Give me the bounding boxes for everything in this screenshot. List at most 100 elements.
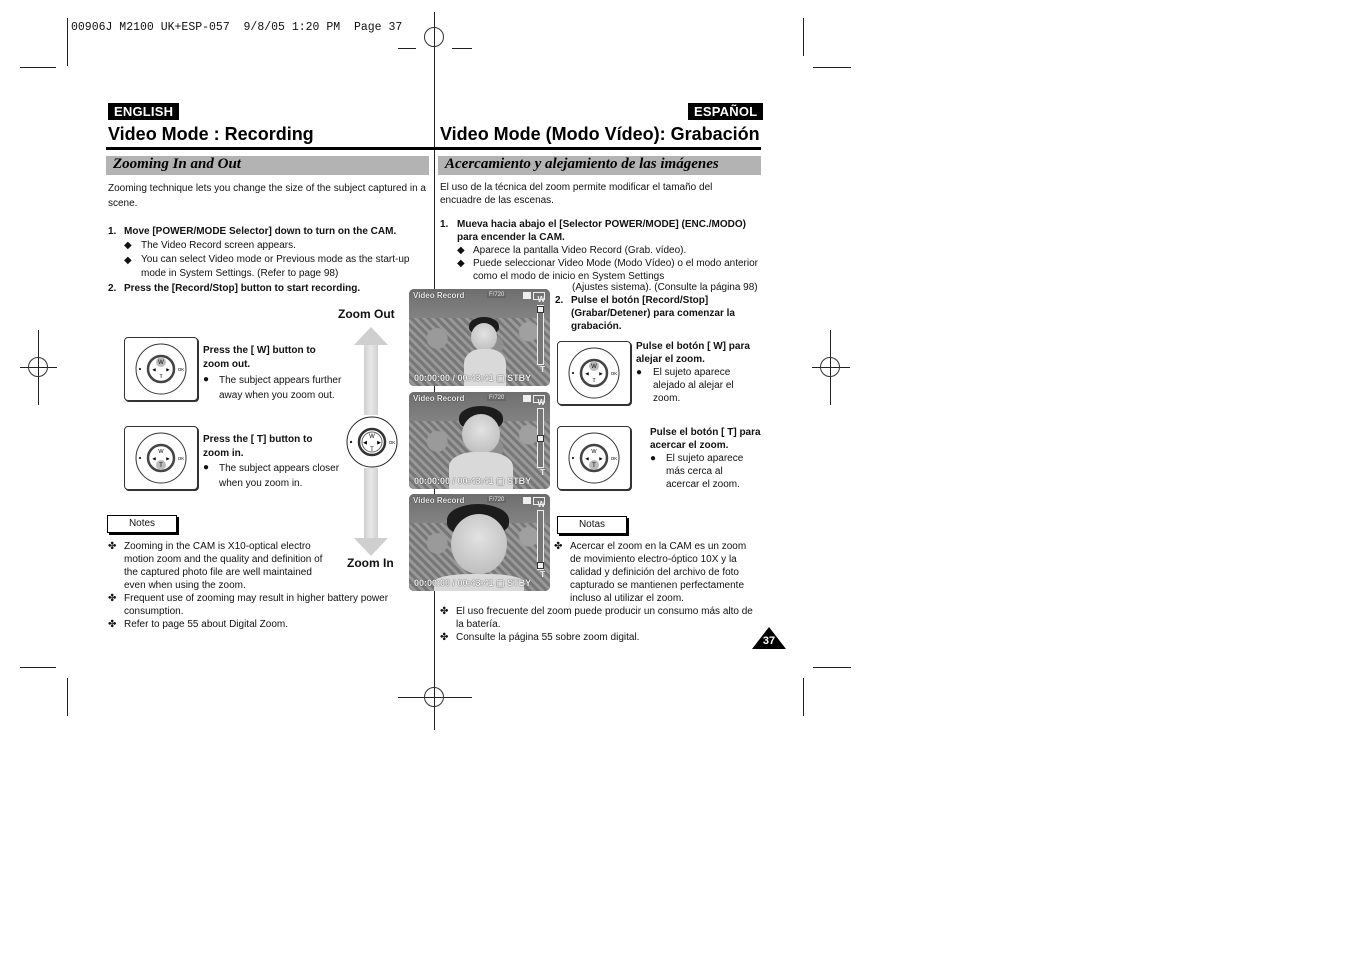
time-counter: 00:00:00 / 00:43:41 ▢ STBY [414, 578, 532, 588]
intro-spanish: El uso de la técnica del zoom permite mo… [440, 182, 713, 206]
registration-mark [452, 48, 472, 49]
zoom-in-label: Zoom In [347, 556, 394, 570]
language-badge-english: ENGLISH [108, 103, 180, 120]
page-title-english: Video Mode : Recording [108, 124, 314, 144]
diamond-bullet-icon: ◆ [124, 240, 132, 251]
step-1-bullet-1-es: Aparece la pantalla Video Record (Grab. … [473, 245, 687, 256]
svg-text:W: W [158, 449, 164, 455]
step-1-english: Move [POWER/MODE Selector] down to turn … [124, 226, 397, 237]
step-number: 1. [108, 226, 117, 237]
cross-bullet-icon: ✤ [554, 541, 563, 552]
section-title: Acercamiento y alejamiento de las imágen… [445, 156, 719, 172]
svg-text:OK: OK [611, 371, 618, 376]
svg-text:◀: ◀ [585, 456, 589, 461]
step-1-bullet-2: You can select Video mode or Previous mo… [141, 254, 410, 279]
zoom-in-description-es: El sujeto aparece más cerca al acercar e… [666, 453, 744, 490]
language-badge-spanish: ESPAÑOL [688, 103, 764, 120]
zoom-in-description: The subject appears closer when you zoom… [219, 463, 340, 489]
svg-text:◀: ◀ [585, 371, 589, 376]
note-1-english: Zooming in the CAM is X10-optical electr… [124, 541, 323, 591]
page-number: 37 [762, 635, 776, 647]
zoom-bar [537, 408, 544, 468]
svg-text:OK: OK [389, 440, 396, 445]
diamond-bullet-icon: ◆ [124, 255, 132, 266]
zoom-bar [537, 510, 544, 570]
registration-mark [398, 48, 416, 49]
zoom-out-label: Zoom Out [338, 307, 395, 321]
title-rule [106, 147, 435, 150]
crop-mark [20, 67, 56, 68]
cross-bullet-icon: ✤ [108, 619, 117, 630]
resolution-badge: F/720 [487, 497, 507, 503]
dot-bullet-icon: ● [636, 367, 643, 378]
zoom-thumb [537, 562, 544, 569]
note-3-spanish: Consulte la página 55 sobre zoom digital… [456, 632, 640, 643]
dot-bullet-icon: ● [203, 462, 210, 473]
step-number: 2. [555, 295, 564, 306]
zoom-w-label: W [537, 295, 545, 304]
title-rule [435, 147, 761, 150]
step-2-english: Press the [Record/Stop] button to start … [124, 283, 361, 294]
zoom-t-label: T [540, 570, 545, 579]
zoom-w-label: W [537, 398, 545, 407]
note-1-spanish: Acercar el zoom en la CAM es un zoom de … [570, 541, 747, 604]
svg-text:◀: ◀ [152, 456, 156, 461]
time-counter: 00:00:00 / 00:43:41 ▢ STBY [414, 373, 532, 383]
intro-english: Zooming technique lets you change the si… [108, 183, 426, 209]
arrow-down-icon [354, 538, 388, 556]
step-number: 1. [440, 219, 449, 230]
zoom-out-description: The subject appears further away when yo… [219, 375, 342, 401]
t-key-label: T [370, 447, 374, 453]
section-header-english: Zooming In and Out [106, 156, 429, 175]
zoom-w-label: W [537, 500, 545, 509]
svg-text:▶: ▶ [166, 456, 170, 461]
svg-text:T: T [592, 463, 596, 469]
svg-text:W: W [591, 449, 597, 455]
svg-text:T: T [159, 463, 163, 469]
step-number: 2. [108, 283, 117, 294]
cross-bullet-icon: ✤ [108, 541, 117, 552]
memory-icon [523, 395, 531, 402]
time-counter: 00:00:00 / 00:43:41 ▢ STBY [414, 476, 532, 486]
zoom-out-instruction: Press the [ W] button to zoom out. [203, 345, 316, 370]
page-title-spanish: Video Mode (Modo Vídeo): Grabación [440, 124, 760, 144]
resolution-badge: F/720 [487, 292, 507, 298]
step-2-spanish: Pulse el botón [Record/Stop] (Grabar/Det… [571, 295, 735, 332]
zoom-t-label: T [540, 468, 545, 477]
svg-text:◀: ◀ [363, 440, 367, 446]
notes-heading-english: Notes [107, 515, 177, 533]
svg-text:◀: ◀ [152, 367, 156, 372]
svg-text:▶: ▶ [599, 456, 603, 461]
svg-text:OK: OK [611, 456, 618, 461]
svg-text:▶: ▶ [166, 367, 170, 372]
svg-text:▶: ▶ [377, 440, 381, 446]
registration-mark [28, 357, 48, 377]
crop-mark [803, 678, 804, 716]
mode-label: Video Record [413, 291, 465, 300]
dot-bullet-icon: ● [203, 374, 210, 385]
crop-mark [67, 18, 68, 66]
crop-mark [803, 18, 804, 56]
mode-label: Video Record [413, 394, 465, 403]
section-title: Zooming In and Out [113, 156, 241, 172]
note-2-spanish: El uso frecuente del zoom puede producir… [456, 606, 753, 630]
crop-mark [67, 678, 68, 716]
note-2-english: Frequent use of zooming may result in hi… [124, 593, 389, 617]
diamond-bullet-icon: ◆ [457, 245, 465, 256]
zoom-control-dial[interactable]: W T ◀ ▶ OK [345, 415, 399, 469]
zoom-out-instruction-es: Pulse el botón [ W] para alejar el zoom. [636, 341, 750, 365]
crop-mark [813, 67, 851, 68]
zoom-out-description-es: El sujeto aparece alejado al alejar el z… [653, 367, 734, 404]
camera-screen-wide: Video Record F/720 W T 00:00:00 / 00:43:… [409, 289, 550, 386]
step-1-spanish: Mueva hacia abajo el [Selector POWER/MOD… [457, 219, 746, 243]
registration-mark [820, 357, 840, 377]
step-1-bullet-1: The Video Record screen appears. [141, 240, 296, 251]
control-illustration-t-es: W T ◀ ▶ OK [557, 426, 631, 490]
dot-bullet-icon: ● [650, 453, 657, 464]
zoom-thumb [537, 434, 544, 442]
control-illustration-w: W T ◀ ▶ OK [124, 337, 198, 401]
zoom-t-label: T [540, 365, 545, 374]
notes-heading-spanish: Notas [557, 516, 627, 534]
control-illustration-t: W T ◀ ▶ OK [124, 426, 198, 490]
svg-text:▶: ▶ [599, 371, 603, 376]
